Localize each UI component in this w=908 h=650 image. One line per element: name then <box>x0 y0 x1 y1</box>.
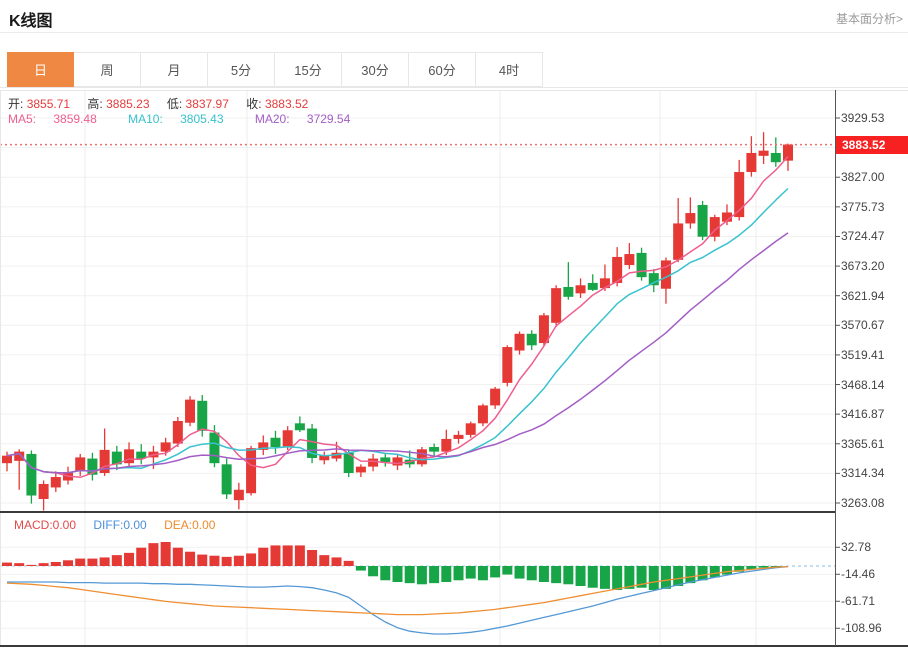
tab-15min[interactable]: 15分 <box>275 52 342 87</box>
tab-strip: 日周月5分15分30分60分4时 <box>0 52 908 88</box>
macd-axis-tick: -108.96 <box>841 621 882 635</box>
page-header: K线图 基本面分析> <box>0 0 908 33</box>
price-axis-tick: 3724.47 <box>841 229 884 243</box>
close-value: 3883.52 <box>265 97 308 111</box>
close-label: 收: <box>246 97 261 111</box>
price-axis-tick: 3314.34 <box>841 466 884 480</box>
chart-panel: 开: 3855.71 高: 3885.23 低: 3837.97 收: 3883… <box>0 90 908 650</box>
ma5-readout: MA5: 3859.48 <box>8 112 111 126</box>
tab-month[interactable]: 月 <box>141 52 208 87</box>
price-axis-tick: 3263.08 <box>841 496 884 510</box>
price-axis-tick: 3519.41 <box>841 348 884 362</box>
tab-day[interactable]: 日 <box>7 52 74 87</box>
diff-value: DIFF:0.00 <box>93 518 146 532</box>
kline-canvas[interactable] <box>0 90 908 650</box>
macd-axis-tick: -61.71 <box>841 594 875 608</box>
current-price-badge: 3883.52 <box>836 136 908 154</box>
high-label: 高: <box>87 97 102 111</box>
high-value: 3885.23 <box>106 97 149 111</box>
ma10-readout: MA10: 3805.43 <box>128 112 237 126</box>
price-axis-tick: 3621.94 <box>841 289 884 303</box>
ma20-readout: MA20: 3729.54 <box>255 112 364 126</box>
macd-axis-tick: -14.46 <box>841 567 875 581</box>
low-value: 3837.97 <box>186 97 229 111</box>
ohlc-readout: 开: 3855.71 高: 3885.23 低: 3837.97 收: 3883… <box>8 95 322 112</box>
low-label: 低: <box>167 97 182 111</box>
dea-value: DEA:0.00 <box>164 518 215 532</box>
price-axis-tick: 3365.61 <box>841 437 884 451</box>
tab-60min[interactable]: 60分 <box>409 52 476 87</box>
macd-value: MACD:0.00 <box>14 518 76 532</box>
macd-axis-tick: 32.78 <box>841 540 871 554</box>
price-axis-tick: 3775.73 <box>841 200 884 214</box>
ma-readout: MA5: 3859.48 MA10: 3805.43 MA20: 3729.54 <box>8 112 378 126</box>
kline-page: K线图 基本面分析> 日周月5分15分30分60分4时 开: 3855.71 高… <box>0 0 908 650</box>
tab-week[interactable]: 周 <box>74 52 141 87</box>
tab-4hour[interactable]: 4时 <box>476 52 543 87</box>
price-axis-tick: 3827.00 <box>841 170 884 184</box>
price-axis-tick: 3416.87 <box>841 407 884 421</box>
price-axis-tick: 3929.53 <box>841 111 884 125</box>
fundamental-analysis-link[interactable]: 基本面分析> <box>836 10 903 27</box>
tab-30min[interactable]: 30分 <box>342 52 409 87</box>
page-title: K线图 <box>9 7 53 31</box>
price-axis-tick: 3673.20 <box>841 259 884 273</box>
open-value: 3855.71 <box>27 97 70 111</box>
macd-readout: MACD:0.00 DIFF:0.00 DEA:0.00 <box>14 518 229 532</box>
open-label: 开: <box>8 97 23 111</box>
tab-5min[interactable]: 5分 <box>208 52 275 87</box>
price-axis-tick: 3570.67 <box>841 318 884 332</box>
price-axis-tick: 3468.14 <box>841 378 884 392</box>
